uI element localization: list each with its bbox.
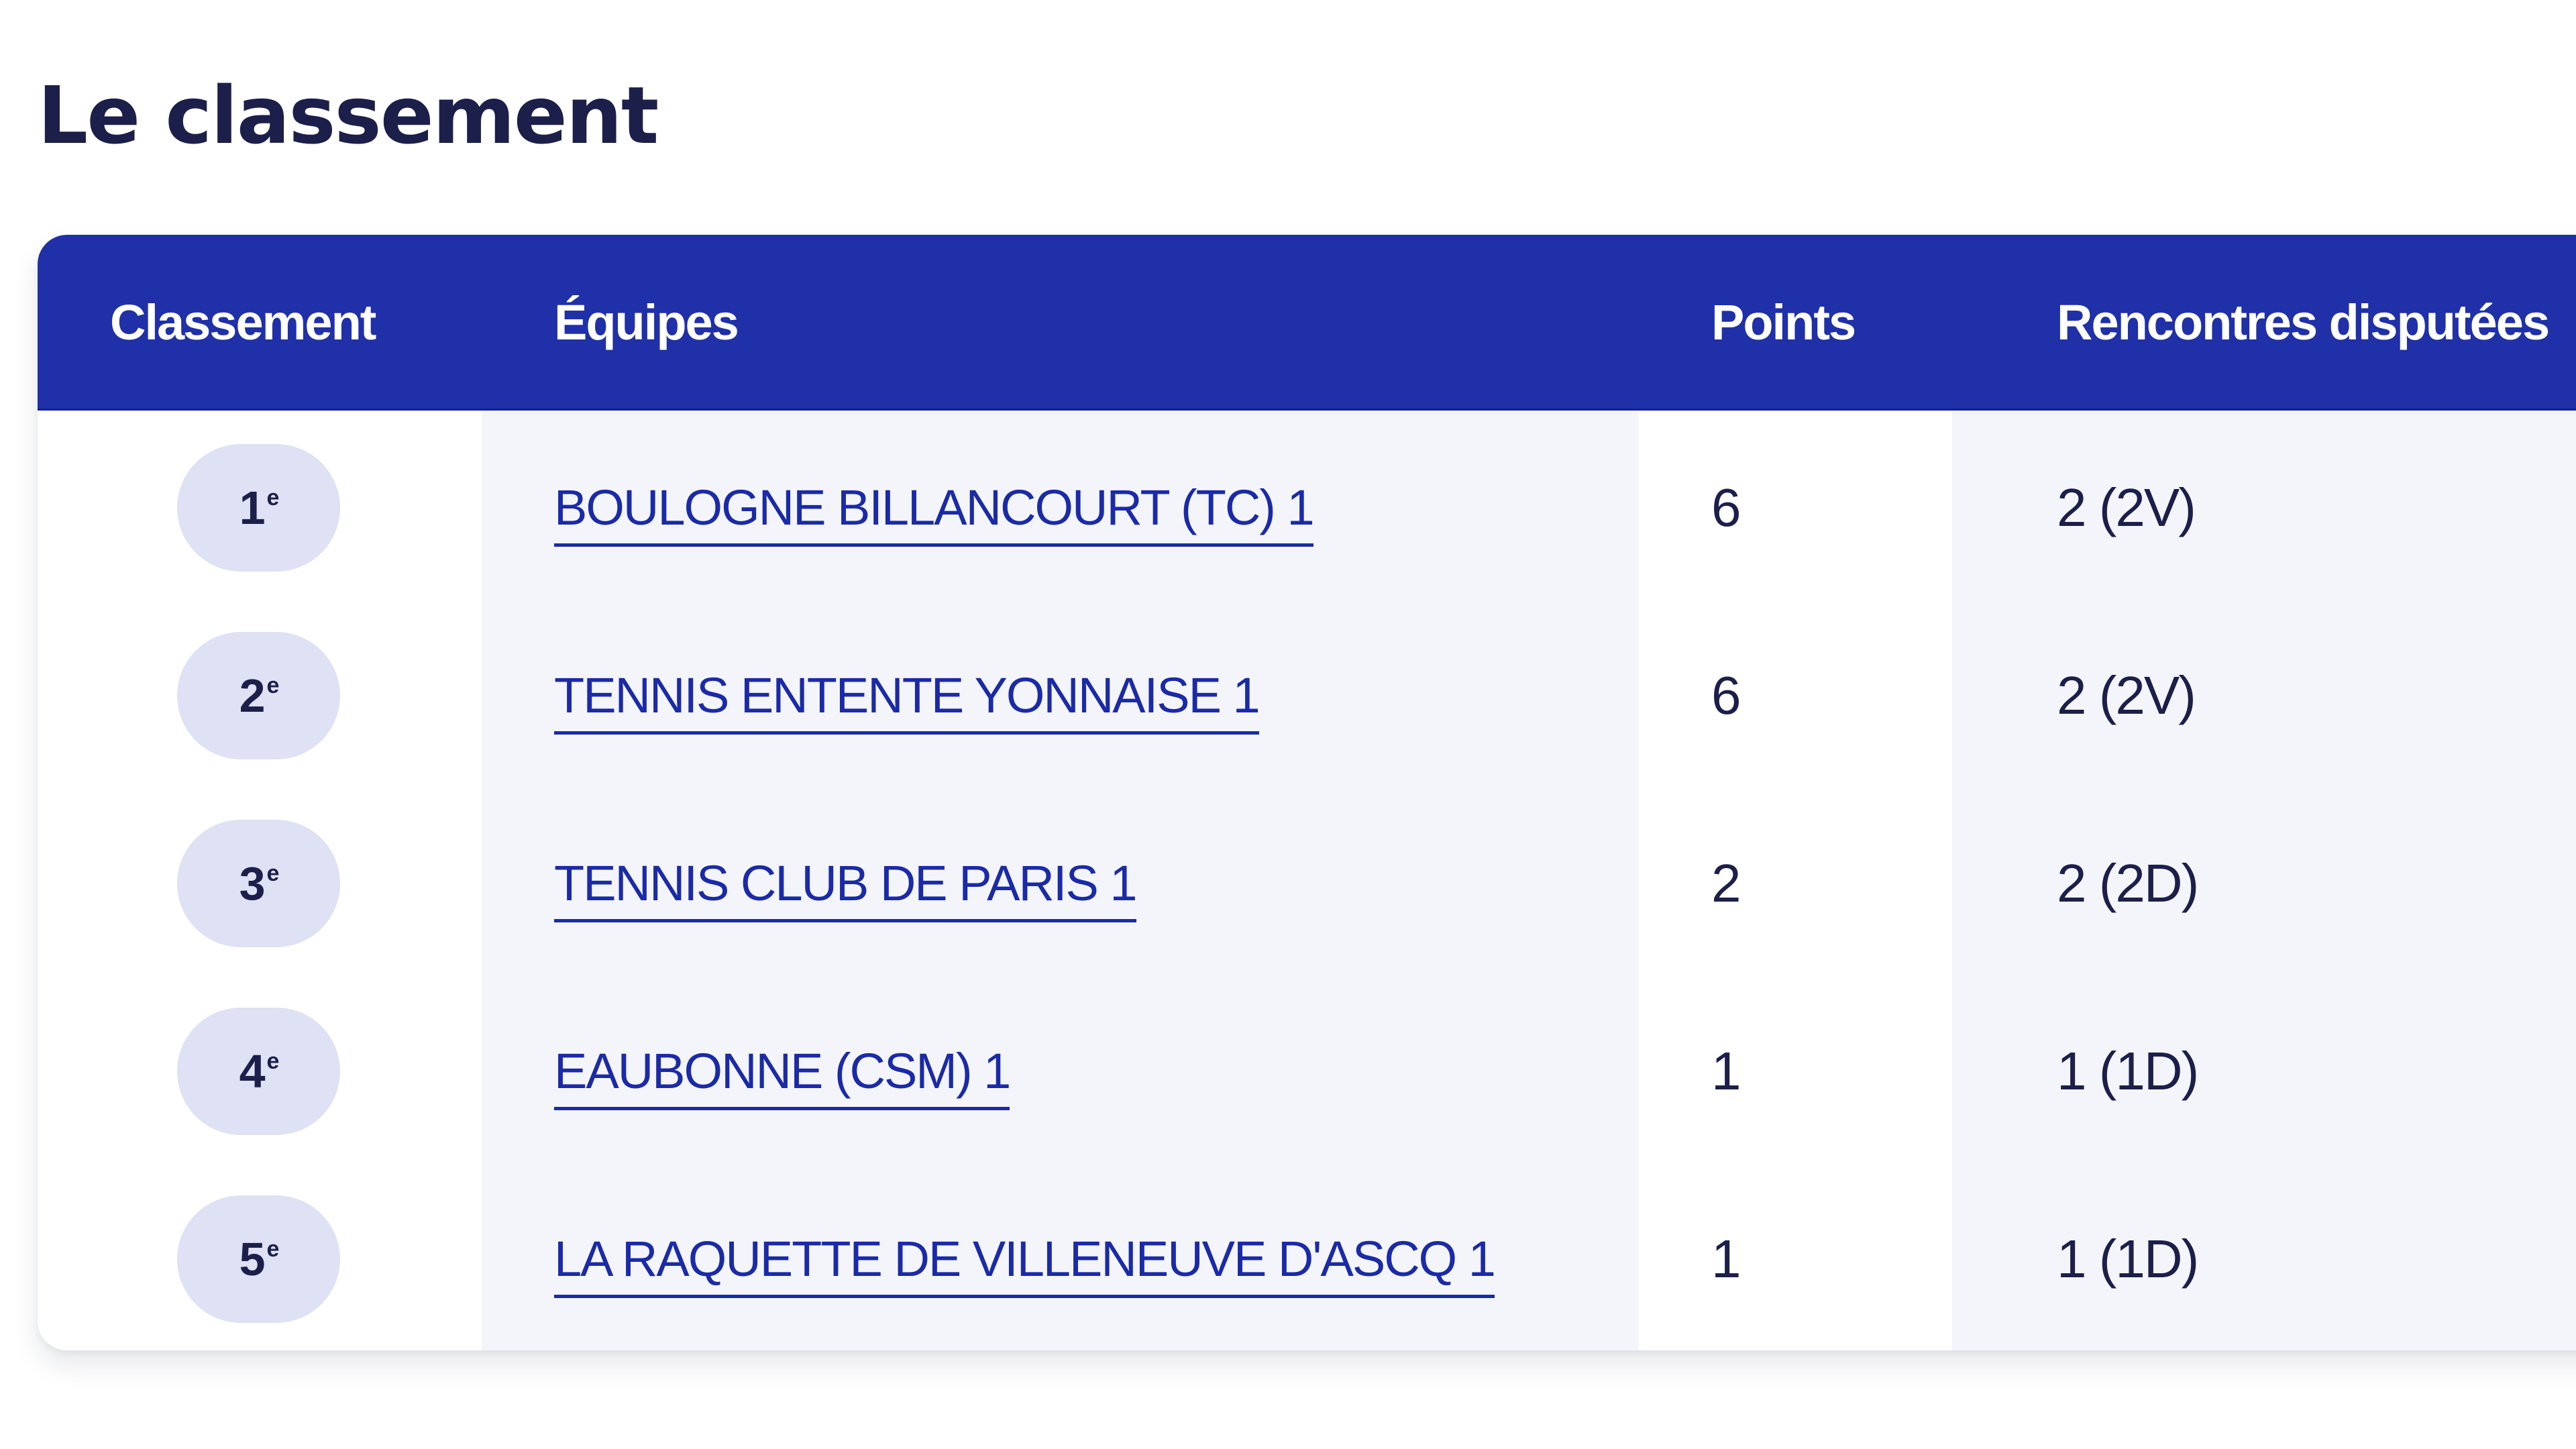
table-header: Classement Équipes Points Rencontres dis…	[38, 235, 2576, 411]
points-value: 1	[1711, 1041, 1741, 1101]
rank-number: 3	[239, 857, 266, 910]
rank-number: 1	[239, 482, 266, 534]
header-rank: Classement	[110, 294, 376, 350]
team-link[interactable]: LA RAQUETTE DE VILLENEUVE D'ASCQ 1	[554, 1165, 1496, 1350]
team-link[interactable]: BOULOGNE BILLANCOURT (TC) 1	[554, 414, 1315, 602]
rank-badge: 1e	[177, 444, 340, 572]
rank-suffix: e	[266, 1236, 280, 1262]
standings-table: Classement Équipes Points Rencontres dis…	[38, 235, 2576, 1350]
games-played-value: 1 (1D)	[2057, 1041, 2199, 1101]
team-link[interactable]: TENNIS CLUB DE PARIS 1	[554, 790, 1138, 977]
team-name[interactable]: EAUBONNE (CSM) 1	[554, 1043, 1011, 1110]
team-name[interactable]: TENNIS ENTENTE YONNAISE 1	[554, 667, 1260, 735]
team-link[interactable]: EAUBONNE (CSM) 1	[554, 977, 1011, 1165]
page-title: Le classement	[38, 69, 659, 162]
header-points: Points	[1711, 294, 1856, 350]
games-played-value: 1 (1D)	[2057, 1229, 2199, 1289]
rank-badge: 4e	[177, 1008, 340, 1135]
rank-number: 2	[239, 669, 266, 722]
rank-number: 5	[239, 1233, 266, 1285]
rank-badge: 5e	[177, 1195, 340, 1323]
rank-suffix: e	[266, 673, 280, 698]
header-team: Équipes	[554, 294, 739, 350]
team-name[interactable]: TENNIS CLUB DE PARIS 1	[554, 855, 1138, 922]
points-value: 1	[1711, 1229, 1741, 1289]
rank-suffix: e	[266, 485, 280, 511]
points-value: 6	[1711, 665, 1741, 725]
team-name[interactable]: LA RAQUETTE DE VILLENEUVE D'ASCQ 1	[554, 1231, 1496, 1298]
rank-badge: 2e	[177, 632, 340, 759]
team-name[interactable]: BOULOGNE BILLANCOURT (TC) 1	[554, 480, 1315, 547]
points-value: 6	[1711, 478, 1741, 537]
rank-number: 4	[239, 1045, 266, 1097]
table-row: 3 e TENNIS CLUB DE PARIS 1 2 2 (2D)	[38, 790, 2576, 977]
games-played-value: 2 (2V)	[2057, 478, 2196, 537]
table-row: 2 e TENNIS ENTENTE YONNAISE 1 6 2 (2V)	[38, 602, 2576, 790]
games-played-value: 2 (2D)	[2057, 853, 2199, 913]
points-value: 2	[1711, 853, 1741, 913]
rank-badge: 3e	[177, 820, 340, 947]
table-row: 1 e BOULOGNE BILLANCOURT (TC) 1 6 2 (2V)	[38, 414, 2576, 602]
table-row: 4 e EAUBONNE (CSM) 1 1 1 (1D)	[38, 977, 2576, 1165]
rank-suffix: e	[266, 861, 280, 886]
games-played-value: 2 (2V)	[2057, 665, 2196, 725]
header-games: Rencontres disputées	[2057, 294, 2550, 350]
team-link[interactable]: TENNIS ENTENTE YONNAISE 1	[554, 602, 1260, 790]
rank-suffix: e	[266, 1049, 280, 1074]
table-row: 5 e LA RAQUETTE DE VILLENEUVE D'ASCQ 1 1 1 (…	[38, 1165, 2576, 1350]
